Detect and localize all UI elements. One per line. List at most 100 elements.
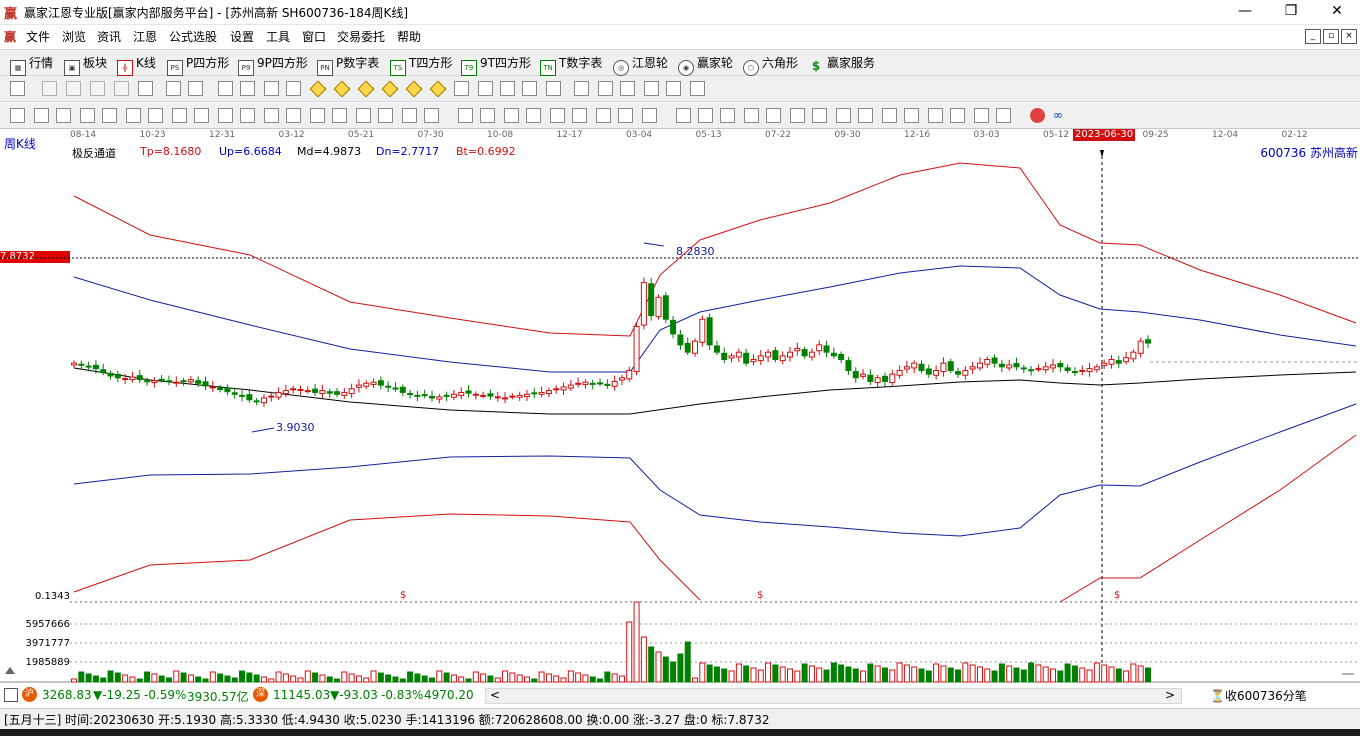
volume-bar <box>955 669 962 683</box>
candle-body <box>1079 369 1086 372</box>
volume-bar <box>436 670 443 683</box>
volume-bar <box>312 672 319 683</box>
candle-body <box>180 380 187 383</box>
volume-bar <box>392 676 399 683</box>
candle-body <box>421 394 428 397</box>
volume-bar <box>494 677 501 683</box>
max-price-label: 8.2830 <box>676 245 715 258</box>
bt-band-line <box>73 513 701 601</box>
volume-bar <box>692 677 699 683</box>
candle-body <box>436 396 443 400</box>
volume-bar <box>1057 670 1064 683</box>
candle-body <box>925 368 932 375</box>
volume-bar <box>860 670 867 683</box>
candle-body <box>903 366 910 370</box>
volume-bar <box>158 675 165 683</box>
scroll-right-arrow-icon[interactable]: > <box>1165 688 1175 702</box>
candle-body <box>165 380 172 383</box>
candle-body <box>487 393 494 397</box>
candle-body <box>531 392 538 395</box>
volume-bar <box>881 667 888 683</box>
candle-body <box>567 384 574 389</box>
price-chart[interactable] <box>0 0 1360 736</box>
volume-bar <box>962 662 969 683</box>
candle-body <box>962 369 969 376</box>
tick-detail-link[interactable]: ⏳收600736分笔 <box>1210 687 1307 704</box>
candle-body <box>743 352 750 364</box>
volume-bar <box>151 673 158 683</box>
volume-bar <box>940 665 947 683</box>
candle-body <box>582 381 589 385</box>
candle-body <box>597 382 604 385</box>
candle-body <box>217 387 224 391</box>
candle-body <box>341 391 348 396</box>
candle-body <box>202 381 209 387</box>
volume-bar <box>370 670 377 683</box>
volume-bar <box>246 672 253 683</box>
scroll-left-arrow-icon[interactable]: < <box>490 688 500 702</box>
volume-bar <box>801 663 808 683</box>
volume-bar <box>750 667 757 683</box>
volume-bar <box>728 670 735 683</box>
volume-bar <box>947 667 954 683</box>
candle-body <box>523 393 530 397</box>
candle-body <box>480 394 487 397</box>
candle-body <box>1042 366 1049 371</box>
sh-index-amount: 3930.57亿 <box>187 690 249 704</box>
sh-index-value: 3268.83 <box>42 688 92 702</box>
candle-body <box>1123 357 1130 363</box>
volume-bar <box>808 665 815 683</box>
volume-bar <box>787 668 793 683</box>
candle-body <box>1064 367 1071 371</box>
volume-bar <box>472 671 479 683</box>
candle-body <box>874 377 881 384</box>
volume-bar <box>443 672 450 683</box>
sz-badge-icon: 深 <box>253 687 268 702</box>
candle-body <box>297 389 304 392</box>
candle-body <box>757 355 764 362</box>
candle-body <box>1028 369 1035 372</box>
volume-bar <box>1020 669 1027 683</box>
volume-bar <box>487 675 494 683</box>
candle-body <box>955 371 962 375</box>
candle-body <box>728 355 735 359</box>
volume-bar <box>735 663 742 683</box>
candle-body <box>450 393 457 398</box>
volume-bar <box>772 664 779 683</box>
volume-bar <box>918 668 925 683</box>
volume-bar <box>765 662 772 683</box>
grid-small-icon[interactable] <box>4 688 18 702</box>
candle-body <box>334 391 341 395</box>
volume-bar <box>523 676 530 683</box>
volume-bar <box>560 677 567 683</box>
candle-body <box>385 385 392 388</box>
candle-body <box>655 296 662 318</box>
volume-bar <box>1115 668 1122 683</box>
volume-bar <box>1071 665 1078 683</box>
volume-bar <box>1050 668 1057 683</box>
horizontal-scrollbar[interactable]: < > <box>485 688 1182 704</box>
volume-bar <box>867 663 874 683</box>
candle-body <box>1086 368 1093 373</box>
volume-bar <box>297 677 304 683</box>
volume-bar <box>231 677 238 683</box>
candle-body <box>312 388 319 393</box>
candle-body <box>838 353 845 360</box>
volume-bar <box>78 671 85 683</box>
candle-body <box>144 380 151 383</box>
volume-bar <box>567 670 574 683</box>
dollar-mark-2: $ <box>757 590 764 601</box>
volume-bar <box>348 673 355 683</box>
volume-bar <box>553 675 560 683</box>
volume-bar <box>648 646 655 683</box>
candle-body <box>633 326 640 373</box>
candle-body <box>355 384 362 388</box>
volume-bar <box>911 666 918 683</box>
candle-body <box>575 382 582 385</box>
volume-bar <box>1093 662 1100 683</box>
volume-bar <box>545 673 552 683</box>
volume-bar <box>1108 666 1115 683</box>
candle-body <box>129 376 136 381</box>
candle-body <box>692 340 699 354</box>
candle-body <box>92 364 99 370</box>
